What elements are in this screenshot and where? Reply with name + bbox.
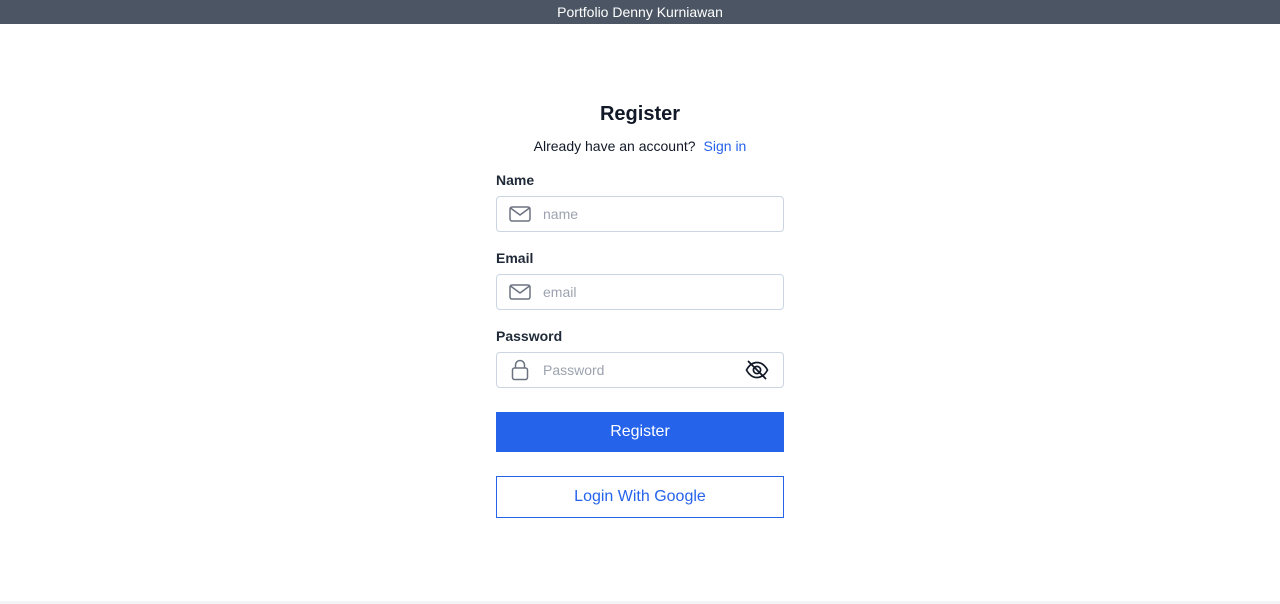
register-button[interactable]: Register: [496, 412, 784, 452]
email-field[interactable]: [496, 274, 784, 310]
page-title: Register: [599, 103, 681, 125]
register-form: Register Already have an account? Sign in…: [496, 96, 784, 518]
password-field[interactable]: [496, 352, 784, 388]
signin-prompt: Already have an account? Sign in: [496, 132, 784, 160]
email-label: Email: [496, 250, 534, 266]
site-title: Portfolio Denny Kurniawan: [557, 4, 723, 20]
top-bar: Portfolio Denny Kurniawan: [0, 0, 1280, 24]
signin-prompt-text: Already have an account?: [533, 138, 696, 154]
mail-icon: [509, 282, 531, 302]
name-input[interactable]: [543, 197, 733, 231]
eye-off-icon[interactable]: [745, 359, 769, 381]
email-input[interactable]: [543, 275, 733, 309]
name-label: Name: [496, 172, 535, 188]
password-label: Password: [496, 328, 563, 344]
lock-icon: [509, 359, 531, 381]
name-field[interactable]: [496, 196, 784, 232]
password-input[interactable]: [543, 353, 733, 387]
mail-icon: [509, 204, 531, 224]
google-login-button[interactable]: Login With Google: [496, 476, 784, 518]
signin-link[interactable]: Sign in: [704, 138, 747, 154]
